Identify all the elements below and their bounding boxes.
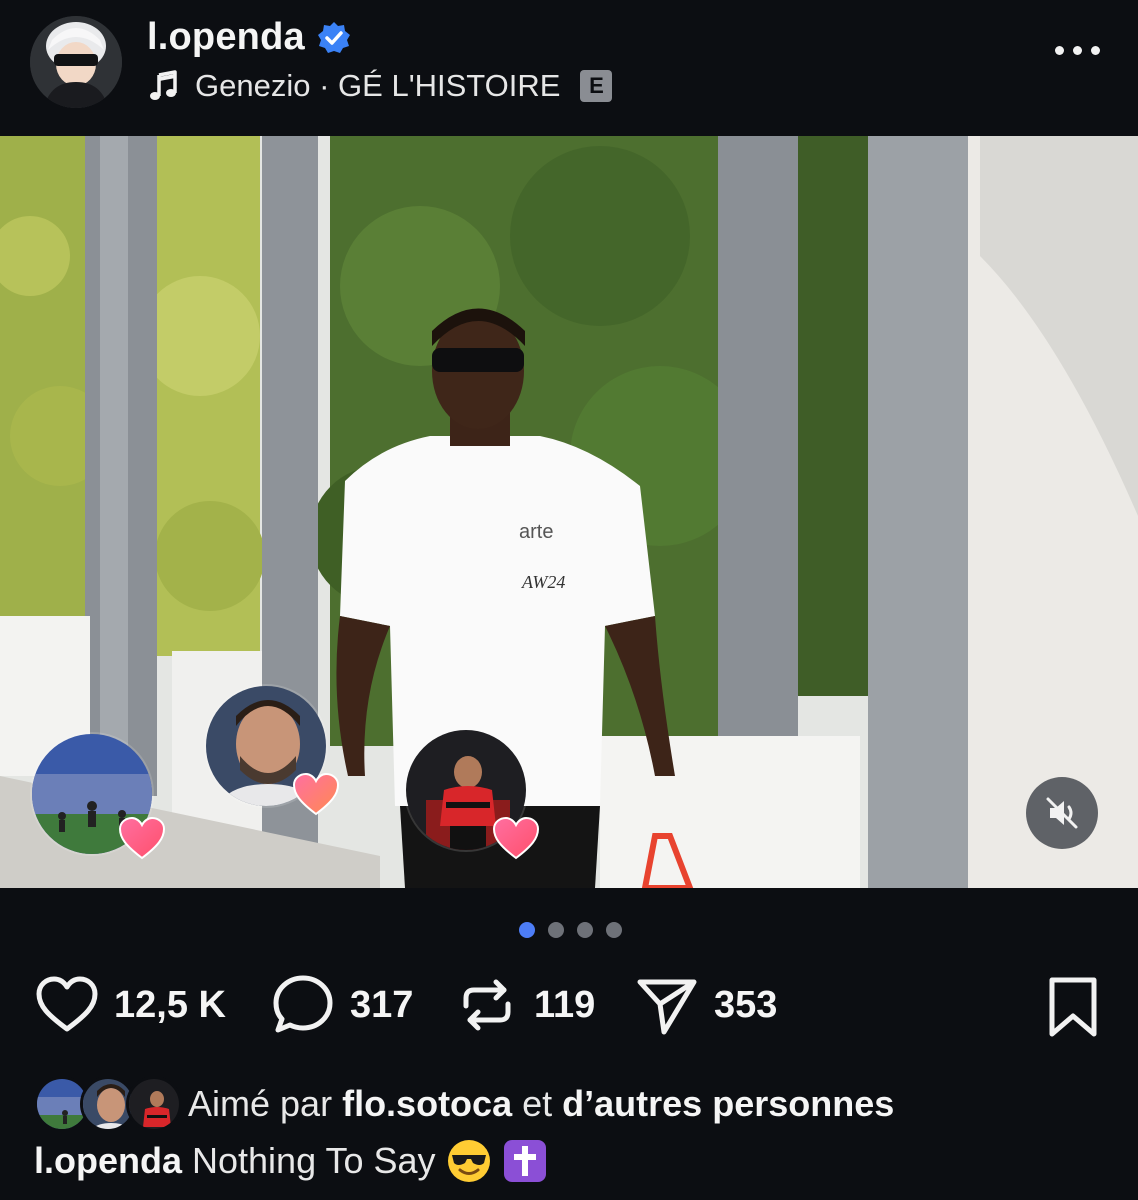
- heart-reaction-icon: [292, 772, 340, 816]
- music-artist: Genezio: [195, 68, 311, 103]
- liked-by-row[interactable]: Aimé par flo.sotoca et d’autres personne…: [34, 1076, 894, 1132]
- pagination-dot-active[interactable]: [519, 922, 535, 938]
- sunglasses-emoji: [446, 1138, 492, 1184]
- post-photo[interactable]: arte AW24: [0, 136, 1138, 888]
- photo-scene: arte AW24: [0, 136, 1138, 888]
- carousel-pagination: [519, 922, 622, 938]
- music-attribution[interactable]: Genezio · GÉ L'HISTOIRE E: [147, 68, 613, 104]
- repost-button[interactable]: 119: [454, 972, 595, 1038]
- pagination-dot[interactable]: [577, 922, 593, 938]
- liked-by-connector: et: [522, 1083, 553, 1124]
- share-button[interactable]: 353: [634, 972, 777, 1038]
- like-button[interactable]: 12,5 K: [34, 972, 226, 1038]
- save-button[interactable]: [1042, 974, 1104, 1045]
- post-caption: l.openda Nothing To Say: [34, 1138, 548, 1184]
- pagination-dot[interactable]: [606, 922, 622, 938]
- heart-reaction-icon: [492, 816, 540, 860]
- liked-by-user[interactable]: flo.sotoca: [342, 1083, 512, 1124]
- music-separator: ·: [319, 68, 330, 103]
- shares-count: 353: [714, 983, 778, 1026]
- mute-button[interactable]: [1026, 777, 1098, 849]
- shirt-code-text: AW24: [521, 572, 565, 592]
- more-options-button[interactable]: [1055, 46, 1100, 55]
- heart-reaction-icon: [118, 816, 166, 860]
- repost-icon: [463, 979, 511, 1031]
- comment-icon: [273, 975, 333, 1033]
- profile-avatar[interactable]: [30, 16, 122, 108]
- explicit-badge: E: [580, 70, 613, 102]
- share-icon: [637, 979, 697, 1035]
- caption-text: Nothing To Say: [192, 1140, 436, 1181]
- post-header: l.openda Genezio · GÉ L'HISTOIRE E: [0, 0, 1138, 136]
- liked-by-prefix: Aimé par: [188, 1083, 333, 1124]
- more-icon: [1055, 46, 1064, 55]
- mute-icon: [1046, 797, 1078, 829]
- reposts-count: 119: [534, 983, 596, 1026]
- music-title: GÉ L'HISTOIRE: [338, 68, 561, 103]
- bookmark-icon: [1049, 977, 1097, 1037]
- music-note-icon: [150, 70, 177, 100]
- pagination-dot[interactable]: [548, 922, 564, 938]
- liker-avatar: [126, 1076, 182, 1132]
- caption-username[interactable]: l.openda: [34, 1140, 182, 1182]
- cross-emoji: [502, 1138, 548, 1184]
- comment-button[interactable]: 317: [270, 972, 413, 1038]
- comments-count: 317: [350, 983, 414, 1026]
- likes-count: 12,5 K: [114, 983, 226, 1026]
- liked-by-others[interactable]: d’autres personnes: [562, 1083, 894, 1124]
- shirt-brand-text: arte: [519, 521, 553, 543]
- post-username[interactable]: l.openda: [147, 16, 305, 59]
- post-actions: 12,5 K 317 119 353: [34, 972, 1104, 1042]
- heart-icon: [36, 976, 98, 1032]
- liked-by-avatars: [34, 1076, 182, 1132]
- verified-icon: [317, 21, 350, 53]
